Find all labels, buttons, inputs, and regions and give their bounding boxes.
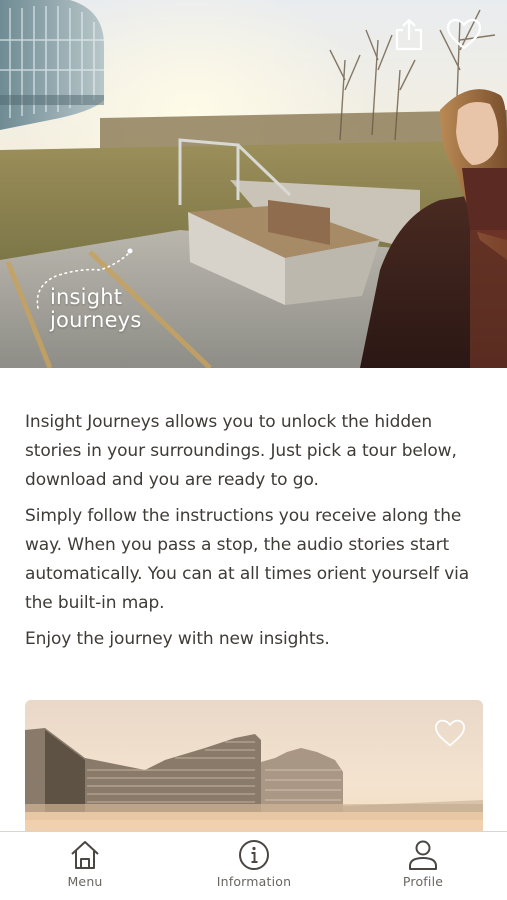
- intro-paragraph: Simply follow the instructions you recei…: [25, 506, 470, 613]
- share-button[interactable]: [389, 14, 429, 54]
- logo-line-2: journeys: [50, 308, 142, 332]
- insight-journeys-logo: insight journeys: [30, 246, 150, 342]
- profile-icon: [409, 840, 437, 870]
- heart-outline-icon: [446, 18, 482, 50]
- heart-outline-icon: [435, 719, 465, 747]
- nav-label-information: Information: [216, 874, 292, 889]
- logo-text: insight journeys: [50, 286, 141, 332]
- nav-label-menu: Menu: [67, 874, 103, 889]
- bottom-navigation: Menu Information Profile: [0, 831, 507, 900]
- nav-item-profile[interactable]: Profile: [363, 832, 483, 900]
- intro-paragraph: Enjoy the journey with new insights.: [25, 629, 330, 649]
- tour-card[interactable]: [25, 700, 483, 840]
- logo-line-1: insight: [50, 285, 123, 309]
- nav-item-information[interactable]: Information: [194, 832, 314, 900]
- share-icon: [395, 18, 423, 51]
- home-icon: [71, 841, 99, 869]
- info-icon: [239, 840, 269, 870]
- tour-card-image: [25, 700, 483, 840]
- nav-label-profile: Profile: [402, 874, 444, 889]
- intro-text: Insight Journeys allows you to unlock th…: [25, 408, 487, 661]
- hero-image: insight journeys: [0, 0, 507, 368]
- nav-item-menu[interactable]: Menu: [25, 832, 145, 900]
- favorite-button[interactable]: [444, 14, 484, 54]
- tour-favorite-button[interactable]: [433, 718, 467, 748]
- intro-paragraph: Insight Journeys allows you to unlock th…: [25, 412, 457, 490]
